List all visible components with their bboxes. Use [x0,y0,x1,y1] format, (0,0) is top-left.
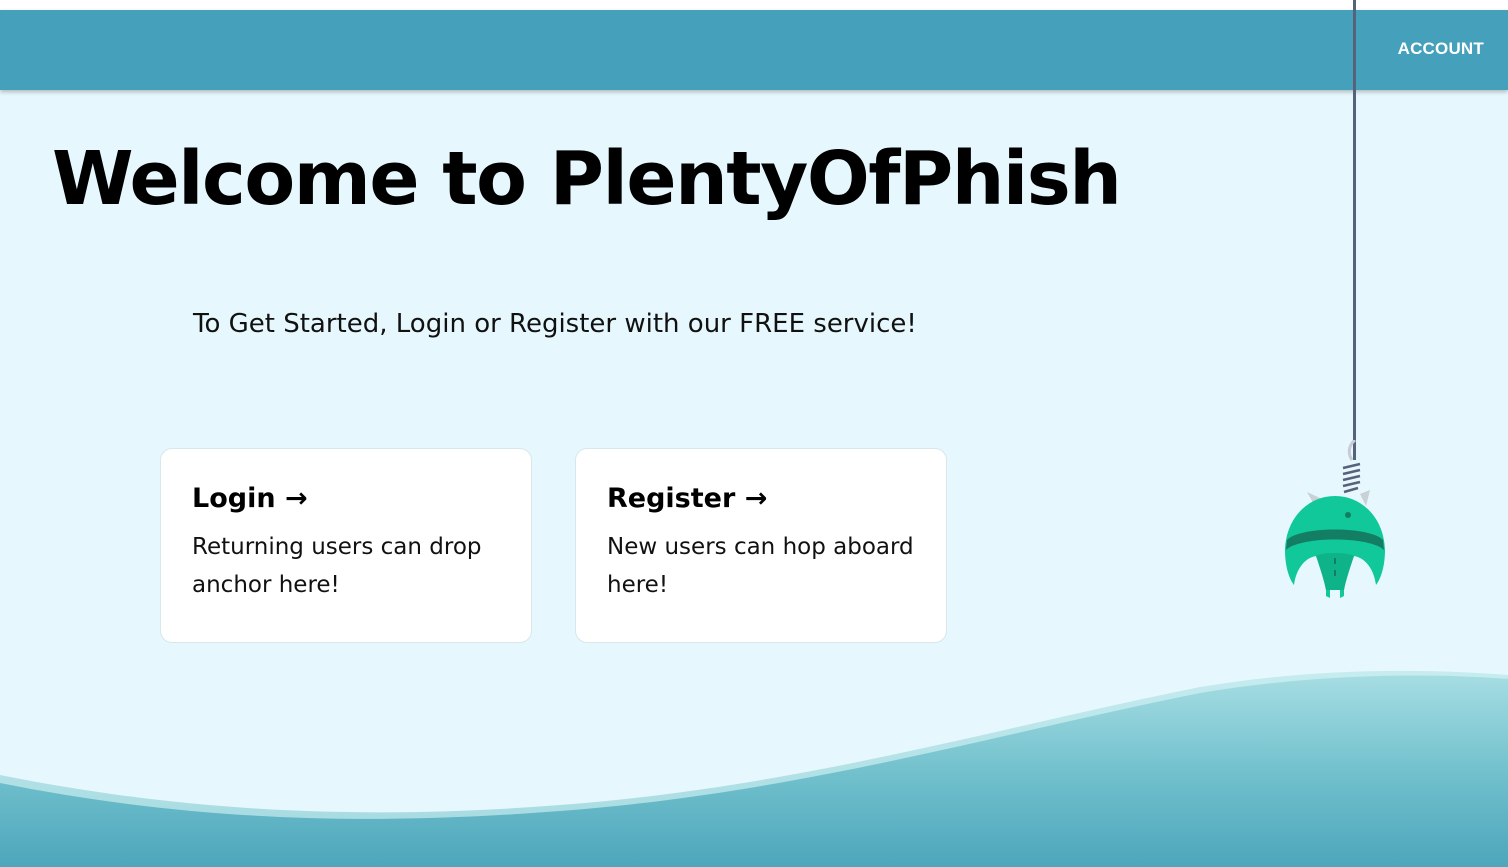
page-title: Welcome to PlentyOfPhish [52,136,1122,222]
login-card-description: Returning users can drop anchor here! [192,534,482,598]
register-card-description: New users can hop aboard here! [607,534,914,598]
top-strip [0,0,1508,10]
ocean-wave-icon [0,670,1508,867]
register-card[interactable]: Register → New users can hop aboard here… [575,448,947,643]
login-card-title[interactable]: Login → [192,483,501,514]
app-header: ACCOUNT [0,10,1508,90]
page: ACCOUNT Welcome to PlentyOfPhish To Get … [0,0,1508,867]
register-card-title[interactable]: Register → [607,483,916,514]
fish-icon [1285,440,1385,598]
account-link[interactable]: ACCOUNT [1398,39,1484,59]
fishing-line [1353,0,1356,460]
login-card[interactable]: Login → Returning users can drop anchor … [160,448,532,643]
page-subtitle: To Get Started, Login or Register with o… [193,309,917,339]
